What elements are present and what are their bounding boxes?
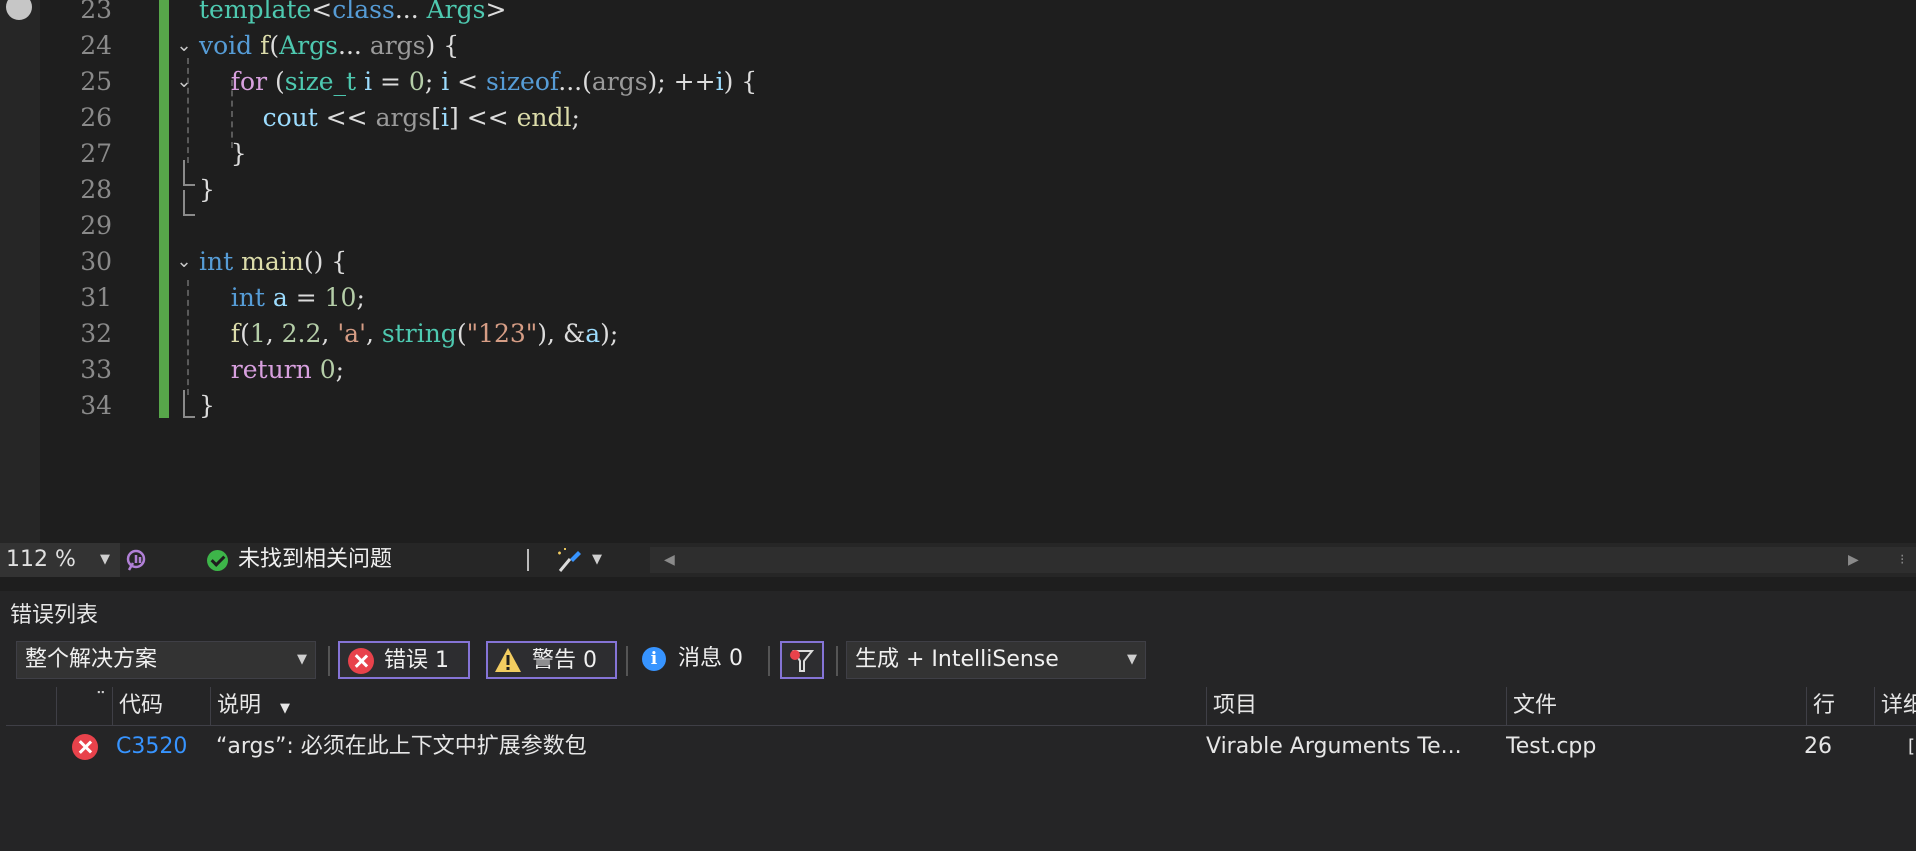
error-line: 26 [1804, 734, 1832, 759]
line-number: 26 [80, 103, 112, 132]
line-number: 23 [80, 0, 112, 24]
error-description: “args”: 必须在此上下文中扩展参数包 [216, 734, 587, 759]
code-text[interactable]: int a = 10; [199, 280, 365, 316]
line-number: 31 [80, 283, 112, 312]
code-text[interactable]: cout << args[i] << endl; [199, 100, 580, 136]
source-value: 生成 + IntelliSense [855, 647, 1059, 672]
panel-splitter[interactable] [0, 577, 1916, 591]
line-number: 25 [80, 67, 112, 96]
code-line[interactable]: 30 ⌄ int main() { [0, 244, 1916, 280]
divider [836, 646, 838, 676]
error-code-link[interactable]: C3520 [116, 727, 187, 767]
column-header-line[interactable]: 行 [1806, 687, 1874, 725]
scope-dropdown[interactable]: 整个解决方案 ▼ [16, 641, 316, 679]
error-file: Test.cpp [1506, 734, 1597, 759]
chevron-down-icon: ▼ [1127, 652, 1137, 667]
line-number: 33 [80, 355, 112, 384]
code-line[interactable]: 23 template<class... Args> [0, 0, 1916, 28]
panel-title: 错误列表 [10, 603, 99, 628]
filter-button[interactable] [780, 641, 824, 679]
code-line[interactable]: 32 f(1, 2.2, 'a', string("123"), &a); [0, 316, 1916, 352]
warning-icon [495, 648, 521, 672]
code-text[interactable]: } [199, 388, 215, 424]
code-line[interactable]: 26 cout << args[i] << endl; [0, 100, 1916, 136]
divider [527, 549, 529, 571]
scroll-right-icon[interactable]: ▶ [1848, 547, 1859, 573]
code-line[interactable]: 31 int a = 10; [0, 280, 1916, 316]
column-header-details[interactable]: 详细 [1874, 687, 1916, 725]
zoom-dropdown[interactable]: 112 % ▼ [0, 543, 120, 577]
errors-filter-button[interactable]: 错误 1 [338, 641, 470, 679]
code-text[interactable]: for (size_t i = 0; i < sizeof...(args); … [199, 64, 757, 100]
code-text[interactable]: int main() { [199, 244, 347, 280]
error-table-header: ⠉ 代码 说明 ▼ 项目 文件 行 详细 [6, 687, 1916, 726]
code-text[interactable]: } [199, 136, 247, 172]
code-text[interactable]: return 0; [199, 352, 344, 388]
scroll-left-icon[interactable]: ◀ [664, 547, 675, 573]
filter-icon [790, 650, 815, 672]
issues-status[interactable]: 未找到相关问题 [238, 543, 392, 577]
info-icon: i [642, 647, 666, 671]
details-icon[interactable]: [ [1908, 727, 1915, 767]
scope-value: 整个解决方案 [25, 647, 158, 672]
messages-filter-button[interactable]: i 消息 0 [638, 641, 756, 679]
code-line[interactable]: 25 ⌄ for (size_t i = 0; i < sizeof...(arg… [0, 64, 1916, 100]
line-number: 34 [80, 391, 112, 420]
table-row[interactable]: C3520 “args”: 必须在此上下文中扩展参数包 Virable Argu… [6, 727, 1916, 767]
code-line[interactable]: 29 [0, 208, 1916, 244]
code-line[interactable]: 28} [0, 172, 1916, 208]
line-number: 24 [80, 31, 112, 60]
error-list-panel: 错误列表 整个解决方案 ▼ 错误 1 警告 0 i 消息 0 生成 + Inte… [0, 591, 1916, 851]
line-number: 30 [80, 247, 112, 276]
code-text[interactable]: f(1, 2.2, 'a', string("123"), &a); [199, 316, 619, 352]
chevron-down-icon[interactable]: ▼ [592, 543, 602, 577]
warnings-label: 警告 0 [532, 648, 597, 673]
error-project: Virable Arguments Te... [1206, 734, 1462, 759]
code-cleanup-icon[interactable] [556, 547, 584, 573]
check-circle-icon [207, 550, 228, 571]
code-text[interactable]: template<class... Args> [199, 0, 506, 28]
line-number: 32 [80, 319, 112, 348]
chevron-down-icon: ▼ [297, 652, 307, 667]
divider [768, 646, 770, 676]
code-line[interactable]: 27 } [0, 136, 1916, 172]
code-lines[interactable]: 23 template<class... Args> 24 ⌄ void f(Args.… [0, 0, 1916, 543]
code-text[interactable]: } [199, 172, 215, 208]
code-line[interactable]: 34} [0, 388, 1916, 424]
warnings-filter-button[interactable]: 警告 0 [486, 641, 617, 679]
zoom-value: 112 % [6, 547, 76, 572]
splitter-grip-icon[interactable]: ⁝ [1900, 547, 1904, 573]
column-header-file[interactable]: 文件 [1506, 687, 1806, 725]
description-header-label: 说明 [217, 693, 262, 718]
divider [328, 646, 330, 676]
divider [626, 646, 628, 676]
code-text[interactable]: void f(Args... args) { [199, 28, 459, 64]
code-line[interactable]: 33 return 0; [0, 352, 1916, 388]
column-header-category[interactable]: ⠉ [56, 687, 112, 725]
line-number: 28 [80, 175, 112, 204]
sort-grip-icon: ⠉ [95, 690, 106, 706]
fold-toggle-icon[interactable]: ⌄ [173, 64, 195, 100]
code-line[interactable]: 24 ⌄ void f(Args... args) { [0, 28, 1916, 64]
intellicode-icon[interactable] [124, 548, 152, 572]
line-number: 29 [80, 211, 112, 240]
column-header-description[interactable]: 说明 ▼ [210, 687, 1206, 725]
editor-status-bar: 112 % ▼ 未找到相关问题 ▼ ◀ ▶ ⁝ [0, 543, 1916, 577]
horizontal-scrollbar[interactable]: ◀ ▶ ⁝ [650, 547, 1916, 573]
chevron-down-icon: ▼ [100, 552, 110, 567]
line-number: 27 [80, 139, 112, 168]
messages-label: 消息 0 [678, 646, 743, 671]
code-editor[interactable]: 23 template<class... Args> 24 ⌄ void f(Args.… [0, 0, 1916, 543]
sort-down-icon: ▼ [280, 701, 291, 716]
column-header-project[interactable]: 项目 [1206, 687, 1506, 725]
error-icon [72, 734, 98, 760]
column-header-code[interactable]: 代码 [112, 687, 210, 725]
fold-toggle-icon[interactable]: ⌄ [173, 28, 195, 64]
errors-label: 错误 1 [384, 648, 449, 673]
source-dropdown[interactable]: 生成 + IntelliSense ▼ [846, 641, 1146, 679]
error-icon [348, 648, 374, 674]
fold-toggle-icon[interactable]: ⌄ [173, 244, 195, 280]
